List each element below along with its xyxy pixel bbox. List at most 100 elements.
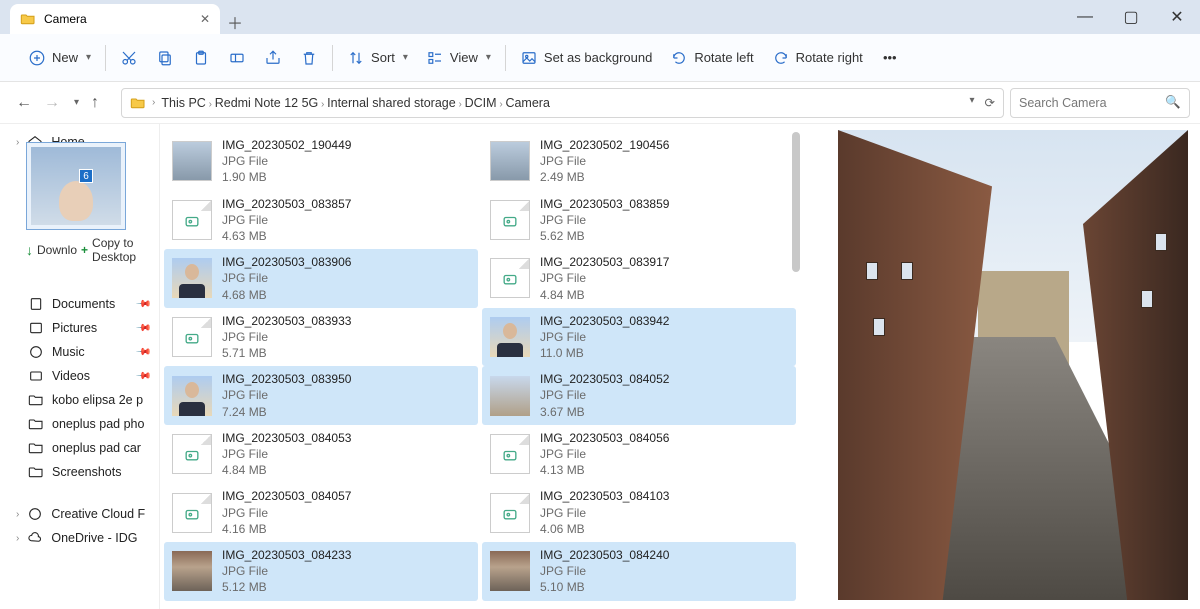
more-button[interactable]: ••• — [881, 49, 899, 67]
rotate-left-button[interactable]: Rotate left — [670, 49, 753, 67]
close-window-button[interactable]: ✕ — [1154, 0, 1200, 34]
sidebar-item[interactable]: Documents📌 — [0, 292, 159, 316]
sidebar-item[interactable]: oneplus pad car — [0, 436, 159, 460]
new-tab-button[interactable]: ＋ — [220, 10, 250, 34]
onedrive-icon — [27, 530, 43, 546]
rotate-right-button[interactable]: Rotate right — [772, 49, 863, 67]
file-item[interactable]: IMG_20230503_084057 JPG File 4.16 MB — [164, 483, 478, 542]
file-item[interactable]: IMG_20230502_190449 JPG File 1.90 MB — [164, 132, 478, 191]
back-button[interactable]: ← — [16, 94, 32, 112]
folder-icon — [28, 416, 44, 432]
sidebar-item[interactable]: Videos📌 — [0, 364, 159, 388]
delete-icon[interactable] — [300, 49, 318, 67]
maximize-button[interactable]: ▢ — [1108, 0, 1154, 34]
file-item[interactable]: IMG_20230503_083933 JPG File 5.71 MB — [164, 308, 478, 367]
minimize-button[interactable]: — — [1062, 0, 1108, 34]
drag-preview: 6 — [26, 142, 126, 230]
nav-row: ← → ▾ ↑ › This PC › Redmi Note 12 5G › I… — [0, 82, 1200, 124]
sidebar-item[interactable]: ›OneDrive - IDG — [0, 526, 159, 550]
search-icon: 🔍 — [1165, 95, 1181, 110]
scrollbar[interactable] — [792, 132, 800, 272]
close-tab-icon[interactable]: ✕ — [200, 12, 210, 26]
folder-icon — [130, 95, 146, 111]
file-name: IMG_20230503_083942 — [540, 313, 669, 329]
paste-icon[interactable] — [192, 49, 210, 67]
breadcrumb-segment[interactable]: DCIM — [465, 96, 497, 110]
rename-icon[interactable] — [228, 49, 246, 67]
file-type: JPG File — [222, 563, 351, 579]
file-item[interactable]: IMG_20230503_084103 JPG File 4.06 MB — [482, 483, 796, 542]
file-size: 5.10 MB — [540, 579, 669, 595]
file-name: IMG_20230503_083933 — [222, 313, 351, 329]
folder-icon — [28, 392, 44, 408]
cut-icon[interactable] — [120, 49, 138, 67]
chevron-right-icon: › — [152, 97, 155, 108]
forward-button[interactable]: → — [44, 94, 60, 112]
tab-bar: Camera ✕ ＋ — ▢ ✕ — [0, 0, 1200, 34]
file-item[interactable]: IMG_20230503_083942 JPG File 11.0 MB — [482, 308, 796, 367]
file-name: IMG_20230503_084057 — [222, 488, 351, 504]
file-list[interactable]: IMG_20230502_190449 JPG File 1.90 MB IMG… — [160, 124, 800, 609]
plus-icon: + — [81, 243, 88, 257]
file-item[interactable]: IMG_20230503_084056 JPG File 4.13 MB — [482, 425, 796, 484]
share-icon[interactable] — [264, 49, 282, 67]
sort-button[interactable]: Sort▾ — [347, 49, 408, 67]
file-item[interactable]: IMG_20230503_083906 JPG File 4.68 MB — [164, 249, 478, 308]
file-item[interactable]: IMG_20230503_084052 JPG File 3.67 MB — [482, 366, 796, 425]
tab-camera[interactable]: Camera ✕ — [10, 4, 220, 34]
copy-icon[interactable] — [156, 49, 174, 67]
file-item[interactable]: IMG_20230503_083857 JPG File 4.63 MB — [164, 191, 478, 250]
file-type: JPG File — [540, 387, 669, 403]
sidebar-item[interactable]: kobo elipsa 2e p — [0, 388, 159, 412]
search-input[interactable]: Search Camera 🔍 — [1010, 88, 1190, 118]
file-size: 5.71 MB — [222, 345, 351, 361]
file-type: JPG File — [540, 212, 669, 228]
file-item[interactable]: IMG_20230502_190456 JPG File 2.49 MB — [482, 132, 796, 191]
folder-icon — [28, 440, 44, 456]
sidebar-item[interactable]: Screenshots — [0, 460, 159, 484]
sidebar-item[interactable]: oneplus pad pho — [0, 412, 159, 436]
file-name: IMG_20230503_083950 — [222, 371, 351, 387]
rotate-right-icon — [772, 49, 790, 67]
file-item[interactable]: IMG_20230503_083950 JPG File 7.24 MB — [164, 366, 478, 425]
new-button[interactable]: New ▾ — [28, 49, 91, 67]
sidebar-item[interactable]: Pictures📌 — [0, 316, 159, 340]
sidebar-item[interactable]: ›Creative Cloud F — [0, 502, 159, 526]
file-item[interactable]: IMG_20230503_083917 JPG File 4.84 MB — [482, 249, 796, 308]
set-background-button[interactable]: Set as background — [520, 49, 652, 67]
file-size: 4.68 MB — [222, 287, 351, 303]
chevron-down-icon: ▾ — [86, 52, 91, 63]
file-name: IMG_20230503_084233 — [222, 547, 351, 563]
file-item[interactable]: IMG_20230503_084053 JPG File 4.84 MB — [164, 425, 478, 484]
sidebar-item-label: Music — [52, 345, 85, 359]
sidebar-item[interactable]: Music 📌 — [0, 340, 159, 364]
sidebar-item-label: oneplus pad pho — [52, 417, 144, 431]
file-size: 4.84 MB — [222, 462, 351, 478]
toolbar: New ▾ Sort▾ View▾ Set as background Rota… — [0, 34, 1200, 82]
file-item[interactable]: IMG_20230503_084233 JPG File 5.12 MB — [164, 542, 478, 601]
pin-icon: 📌 — [134, 344, 151, 361]
file-item[interactable]: IMG_20230503_084240 JPG File 5.10 MB — [482, 542, 796, 601]
breadcrumb-segment[interactable]: Redmi Note 12 5G — [215, 96, 319, 110]
recent-button[interactable]: ▾ — [74, 97, 79, 108]
view-icon — [426, 49, 444, 67]
file-size: 4.16 MB — [222, 521, 351, 537]
address-bar[interactable]: › This PC › Redmi Note 12 5G › Internal … — [121, 88, 1004, 118]
file-type: JPG File — [222, 446, 351, 462]
breadcrumb-segment[interactable]: Internal shared storage — [327, 96, 456, 110]
sidebar-item-label: oneplus pad car — [52, 441, 141, 455]
refresh-button[interactable]: ⟳ — [985, 95, 995, 110]
file-item[interactable]: IMG_20230503_083859 JPG File 5.62 MB — [482, 191, 796, 250]
pin-icon: 📌 — [134, 368, 151, 385]
chevron-down-icon: ▾ — [486, 52, 491, 63]
breadcrumb-segment[interactable]: Camera — [505, 96, 549, 110]
address-dropdown-button[interactable]: ▾ — [969, 95, 974, 110]
up-button[interactable]: ↑ — [91, 94, 99, 112]
chevron-down-icon: ▾ — [403, 52, 408, 63]
tab-title: Camera — [44, 12, 87, 26]
chevron-right-icon: › — [318, 99, 327, 110]
chevron-right-icon: › — [16, 509, 19, 520]
breadcrumbs: This PC › Redmi Note 12 5G › Internal sh… — [161, 96, 550, 110]
view-button[interactable]: View▾ — [426, 49, 491, 67]
breadcrumb-segment[interactable]: This PC — [161, 96, 205, 110]
